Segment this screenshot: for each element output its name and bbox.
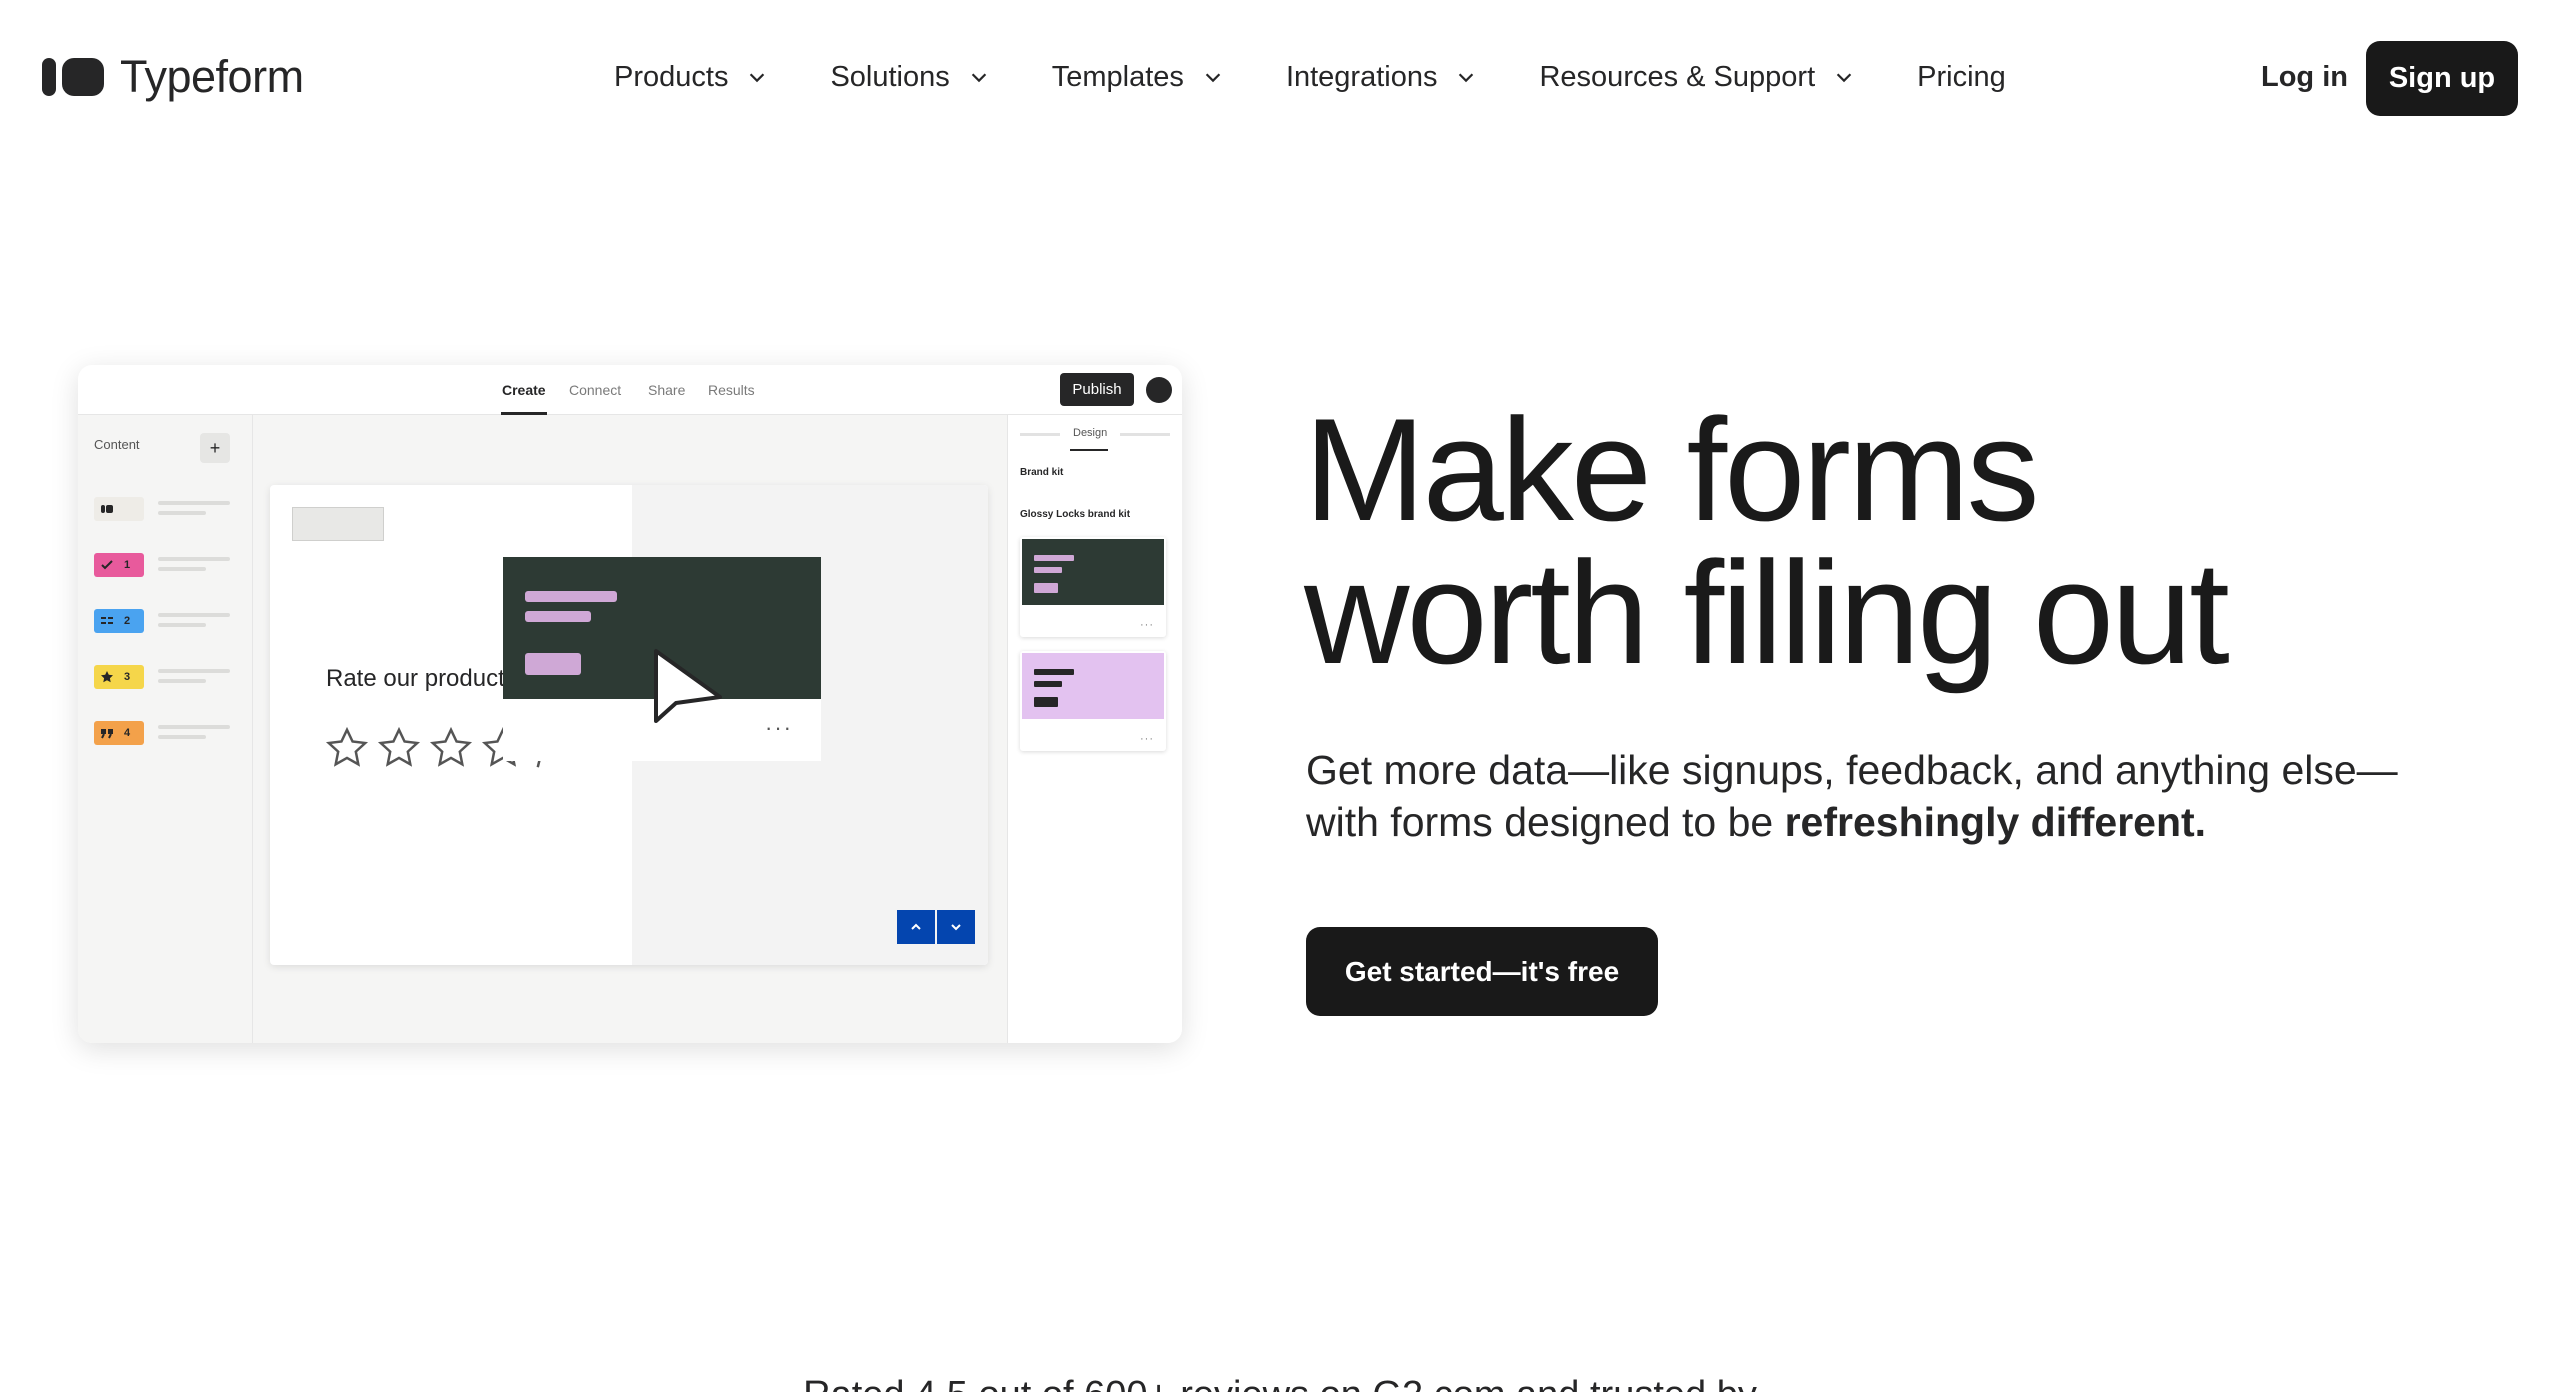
top-nav: Typeform Products Solutions Templates In… [0, 0, 2560, 154]
more-options-icon[interactable]: ··· [1140, 733, 1154, 745]
signup-button[interactable]: Sign up [2366, 41, 2518, 116]
form-preview-card: Rate our product ··· [270, 485, 988, 965]
menu-templates[interactable]: Templates [1052, 61, 1224, 94]
add-question-button[interactable]: + [200, 433, 230, 463]
brand-kit-name: Glossy Locks brand kit [1020, 509, 1131, 520]
avatar[interactable] [1146, 377, 1172, 403]
question-placeholder [158, 501, 230, 521]
mockup-toolbar: Create Connect Share Results Publish [78, 365, 1182, 415]
tab-connect[interactable]: Connect [569, 382, 621, 398]
question-placeholder [158, 613, 230, 633]
question-number: 3 [124, 671, 131, 683]
multiple-choice-icon [101, 617, 113, 624]
menu-solutions-label: Solutions [830, 60, 950, 93]
menu-templates-label: Templates [1051, 60, 1184, 93]
form-canvas: Rate our product ··· [253, 415, 1007, 1043]
star-icon[interactable] [428, 725, 474, 771]
question-badge: 2 [94, 609, 144, 633]
get-started-button[interactable]: Get started—it's free [1306, 927, 1658, 1016]
more-options-icon[interactable]: ··· [765, 715, 793, 741]
question-badge: 3 [94, 665, 144, 689]
theme-card[interactable]: ··· [1020, 651, 1166, 751]
publish-button[interactable]: Publish [1060, 373, 1134, 406]
tab-results[interactable]: Results [708, 382, 755, 398]
menu-integrations[interactable]: Integrations [1286, 61, 1478, 94]
chevron-down-icon [1836, 73, 1852, 83]
content-panel: Content + 1 2 3 4 [78, 415, 253, 1043]
question-number: 4 [124, 727, 131, 739]
hero-subtitle: Get more data—like signups, feedback, an… [1306, 744, 2406, 848]
question-number: 1 [124, 559, 131, 571]
chevron-down-icon [750, 73, 765, 83]
logo-placeholder [292, 507, 384, 541]
design-tab[interactable]: Design [1073, 427, 1107, 439]
star-icon[interactable] [324, 725, 370, 771]
question-placeholder [158, 669, 230, 689]
question-badge: 4 [94, 721, 144, 745]
menu-resources-support[interactable]: Resources & Support [1539, 61, 1855, 94]
question-item[interactable]: 3 [94, 665, 234, 689]
menu-integrations-label: Integrations [1285, 60, 1438, 93]
question-text: Rate our product [326, 665, 505, 692]
menu-solutions[interactable]: Solutions [830, 61, 989, 94]
more-options-icon[interactable]: ··· [1140, 619, 1154, 631]
brand-name: Typeform [120, 51, 304, 102]
question-item[interactable]: 2 [94, 609, 234, 633]
product-mockup: Create Connect Share Results Publish Con… [78, 365, 1182, 1043]
hero-subtitle-emphasis: refreshingly different. [1784, 799, 2207, 845]
typeform-logo-icon [42, 58, 104, 96]
content-label: Content [94, 437, 140, 452]
question-item[interactable] [94, 497, 234, 521]
question-item[interactable]: 4 [94, 721, 234, 745]
typeform-logo[interactable]: Typeform [42, 46, 304, 108]
next-button[interactable] [937, 910, 975, 944]
chevron-up-icon [911, 923, 921, 930]
chevron-down-icon [951, 924, 961, 931]
tab-create[interactable]: Create [502, 382, 546, 398]
chevron-down-icon [1205, 73, 1221, 83]
pointer-cursor-icon [654, 649, 722, 723]
hero-title-line-2: worth filling out [1304, 531, 2230, 694]
hero-title: Make forms worth filling out [1304, 388, 2504, 694]
menu-pricing[interactable]: Pricing [1917, 61, 2006, 94]
question-placeholder [158, 725, 230, 745]
chevron-down-icon [971, 73, 986, 83]
design-tab-indicator [1070, 449, 1108, 451]
theme-card[interactable]: ··· [1020, 537, 1166, 637]
design-panel: Design Brand kit Glossy Locks brand kit … [1007, 415, 1182, 1043]
rating-teaser: Rated 4.5 out of 600+ reviews on G2.com … [0, 1374, 2560, 1392]
form-nav-buttons [897, 910, 975, 944]
question-placeholder [158, 557, 230, 577]
star-icon [101, 671, 113, 683]
check-icon [101, 560, 113, 570]
main-menu: Products Solutions Templates Integration… [614, 52, 2006, 102]
question-badge [94, 497, 144, 521]
tab-share[interactable]: Share [648, 382, 685, 398]
star-icon[interactable] [376, 725, 422, 771]
previous-button[interactable] [897, 910, 935, 944]
menu-resources-label: Resources & Support [1539, 60, 1816, 93]
login-link[interactable]: Log in [2261, 52, 2348, 102]
opinion-scale-icon [101, 505, 113, 513]
menu-pricing-label: Pricing [1917, 60, 2006, 93]
question-item[interactable]: 1 [94, 553, 234, 577]
menu-products-label: Products [614, 60, 729, 93]
chevron-down-icon [1459, 73, 1474, 83]
quote-icon [101, 729, 113, 739]
question-number: 2 [124, 615, 131, 627]
menu-products[interactable]: Products [614, 61, 768, 94]
hero-title-line-1: Make forms [1304, 388, 2040, 551]
brand-kit-label: Brand kit [1020, 467, 1064, 478]
question-badge: 1 [94, 553, 144, 577]
